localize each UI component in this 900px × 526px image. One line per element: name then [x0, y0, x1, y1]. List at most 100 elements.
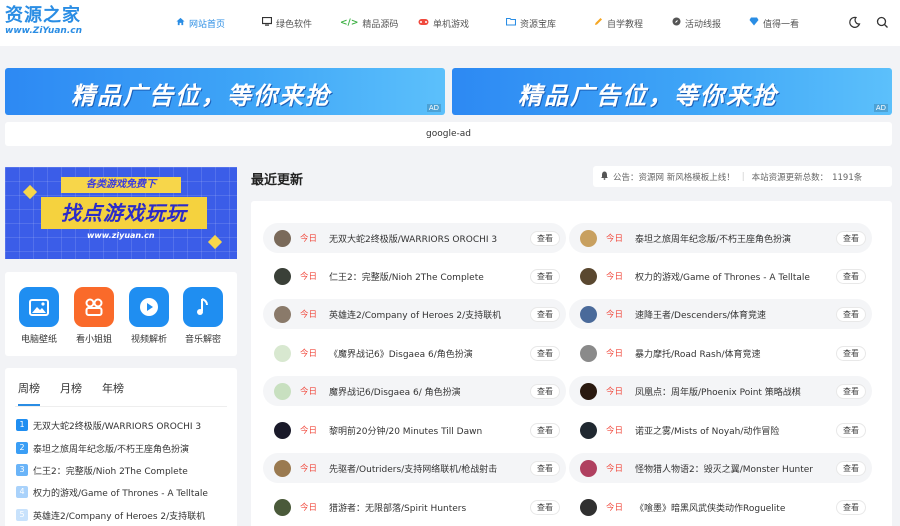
today-badge: 今日 — [606, 349, 624, 359]
item-title[interactable]: 先驱者/Outriders/支持网络联机/枪战射击 — [329, 462, 526, 475]
item-title[interactable]: 《喰墨》暗黑风武侠类动作Roguelite — [635, 501, 832, 514]
site-logo[interactable]: 资源之家 www.ZiYuan.cn — [5, 6, 91, 40]
view-button[interactable]: 查看 — [530, 383, 560, 399]
rank-item[interactable]: 2 泰坦之旅周年纪念版/不朽王座角色扮演 — [16, 440, 231, 456]
tool-girls[interactable]: 看小姐姐 — [74, 287, 114, 345]
section-title: 最近更新 — [251, 173, 304, 188]
rank-item[interactable]: 3 仁王2：完整版/Nioh 2The Complete — [16, 462, 231, 478]
view-button[interactable]: 查看 — [530, 345, 560, 361]
play-icon — [129, 287, 169, 327]
nav-item-home[interactable]: 网站首页 — [176, 0, 262, 46]
view-button[interactable]: 查看 — [836, 345, 866, 361]
item-title[interactable]: 暴力摩托/Road Rash/体育竞速 — [635, 347, 832, 360]
item-thumbnail — [580, 498, 597, 516]
nav-item-software[interactable]: 绿色软件 — [261, 0, 340, 46]
list-item[interactable]: 今日 英雄连2/Company of Heroes 2/支持联机 查看 — [263, 299, 566, 329]
view-button[interactable]: 查看 — [530, 422, 560, 438]
item-title[interactable]: 诺亚之雾/Mists of Noyah/动作冒险 — [635, 424, 832, 437]
notice-text[interactable]: 公告：资源网 新风格模板上线！ — [613, 171, 735, 183]
item-thumbnail — [274, 267, 291, 285]
tool-music[interactable]: 音乐解密 — [183, 287, 223, 345]
tool-wallpaper[interactable]: 电脑壁纸 — [19, 287, 59, 345]
list-item[interactable]: 今日 仁王2：完整版/Nioh 2The Complete 查看 — [263, 261, 566, 291]
view-button[interactable]: 查看 — [530, 499, 560, 515]
pencil-icon — [594, 17, 603, 29]
list-item[interactable]: 今日 诺亚之雾/Mists of Noyah/动作冒险 查看 — [569, 415, 872, 445]
item-title[interactable]: 怪物猎人物语2：毁灭之翼/Monster Hunter — [635, 462, 832, 475]
item-title[interactable]: 猎游者：无限部落/Spirit Hunters — [329, 501, 526, 514]
item-title[interactable]: 英雄连2/Company of Heroes 2/支持联机 — [329, 308, 526, 321]
rank-number: 4 — [16, 486, 28, 498]
total-count: 1191条 — [832, 172, 863, 183]
view-button[interactable]: 查看 — [836, 306, 866, 322]
view-button[interactable]: 查看 — [836, 268, 866, 284]
list-item[interactable]: 今日 权力的游戏/Game of Thrones - A Telltale 查看 — [569, 261, 872, 291]
tool-video[interactable]: 视频解析 — [129, 287, 169, 345]
item-thumbnail — [274, 344, 291, 362]
search-icon[interactable] — [876, 16, 890, 30]
tab-monthly[interactable]: 月榜 — [60, 380, 82, 406]
item-title[interactable]: 权力的游戏/Game of Thrones - A Telltale — [635, 270, 832, 283]
view-button[interactable]: 查看 — [836, 460, 866, 476]
game-banner[interactable]: 各类游戏免费下 找点游戏玩玩 www.ziyuan.cn — [5, 167, 237, 259]
list-item[interactable]: 今日 魔界战记6/Disgaea 6/ 角色扮演 查看 — [263, 376, 566, 406]
video-grid-icon — [74, 287, 114, 327]
today-badge: 今日 — [606, 272, 624, 282]
nav-label: 单机游戏 — [433, 19, 470, 30]
nav-item-games[interactable]: 单机游戏 — [418, 0, 506, 46]
list-item[interactable]: 今日 无双大蛇2终极版/WARRIORS OROCHI 3 查看 — [263, 223, 566, 253]
banner-strip: 各类游戏免费下 — [61, 177, 181, 193]
view-button[interactable]: 查看 — [836, 230, 866, 246]
nav-item-tutorials[interactable]: 自学教程 — [594, 0, 672, 46]
ad-tag: AD — [873, 104, 888, 112]
rank-title: 无双大蛇2终极版/WARRIORS OROCHI 3 — [33, 421, 202, 432]
today-badge: 今日 — [300, 387, 318, 397]
rank-number: 2 — [16, 442, 28, 454]
list-item[interactable]: 今日 黎明前20分钟/20 Minutes Till Dawn 查看 — [263, 415, 566, 445]
list-item[interactable]: 今日 《魔界战记6》Disgaea 6/角色扮演 查看 — [263, 338, 566, 368]
dark-mode-icon[interactable] — [848, 16, 862, 30]
ad-banner-right[interactable]: 精品广告位，等你来抢 AD — [452, 68, 892, 115]
item-title[interactable]: 速降王者/Descenders/体育竞速 — [635, 308, 832, 321]
view-button[interactable]: 查看 — [836, 383, 866, 399]
tab-weekly[interactable]: 周榜 — [18, 380, 40, 406]
item-title[interactable]: 泰坦之旅周年纪念版/不朽王座角色扮演 — [635, 232, 832, 245]
list-item[interactable]: 今日 《喰墨》暗黑风武侠类动作Roguelite 查看 — [569, 492, 872, 522]
today-badge: 今日 — [300, 310, 318, 320]
rank-item[interactable]: 1 无双大蛇2终极版/WARRIORS OROCHI 3 — [16, 417, 231, 433]
nav-label: 值得一看 — [763, 19, 800, 30]
today-badge: 今日 — [300, 426, 318, 436]
item-title[interactable]: 魔界战记6/Disgaea 6/ 角色扮演 — [329, 385, 526, 398]
view-button[interactable]: 查看 — [530, 306, 560, 322]
list-item[interactable]: 今日 泰坦之旅周年纪念版/不朽王座角色扮演 查看 — [569, 223, 872, 253]
view-button[interactable]: 查看 — [836, 422, 866, 438]
nav-item-recommended[interactable]: 值得一看 — [749, 0, 819, 46]
item-title[interactable]: 凤凰点：周年版/Phoenix Point 策略战棋 — [635, 385, 832, 398]
rank-item[interactable]: 4 权力的游戏/Game of Thrones - A Telltale — [16, 484, 231, 500]
ad-text: 精品广告位，等你来抢 — [518, 82, 778, 110]
nav-label: 网站首页 — [189, 19, 226, 30]
view-button[interactable]: 查看 — [836, 499, 866, 515]
list-item[interactable]: 今日 怪物猎人物语2：毁灭之翼/Monster Hunter 查看 — [569, 453, 872, 483]
view-button[interactable]: 查看 — [530, 268, 560, 284]
item-title[interactable]: 《魔界战记6》Disgaea 6/角色扮演 — [329, 347, 526, 360]
item-title[interactable]: 仁王2：完整版/Nioh 2The Complete — [329, 270, 526, 283]
ad-banner-left[interactable]: 精品广告位，等你来抢 AD — [5, 68, 445, 115]
google-ad[interactable]: google-ad — [5, 122, 892, 146]
view-button[interactable]: 查看 — [530, 460, 560, 476]
list-item[interactable]: 今日 暴力摩托/Road Rash/体育竞速 查看 — [569, 338, 872, 368]
list-item[interactable]: 今日 速降王者/Descenders/体育竞速 查看 — [569, 299, 872, 329]
rank-item[interactable]: 5 英雄连2/Company of Heroes 2/支持联机 — [16, 507, 231, 523]
tab-yearly[interactable]: 年榜 — [102, 380, 124, 406]
logo-text: 资源之家 — [5, 5, 81, 26]
tool-label: 电脑壁纸 — [20, 335, 57, 345]
nav-item-activities[interactable]: 活动线报 — [672, 0, 749, 46]
item-title[interactable]: 黎明前20分钟/20 Minutes Till Dawn — [329, 424, 526, 437]
item-title[interactable]: 无双大蛇2终极版/WARRIORS OROCHI 3 — [329, 232, 526, 245]
list-item[interactable]: 今日 猎游者：无限部落/Spirit Hunters 查看 — [263, 492, 566, 522]
nav-item-resources[interactable]: 资源宝库 — [505, 0, 594, 46]
nav-item-source[interactable]: </> 精品源码 — [340, 0, 418, 46]
view-button[interactable]: 查看 — [530, 230, 560, 246]
list-item[interactable]: 今日 先驱者/Outriders/支持网络联机/枪战射击 查看 — [263, 453, 566, 483]
list-item[interactable]: 今日 凤凰点：周年版/Phoenix Point 策略战棋 查看 — [569, 376, 872, 406]
